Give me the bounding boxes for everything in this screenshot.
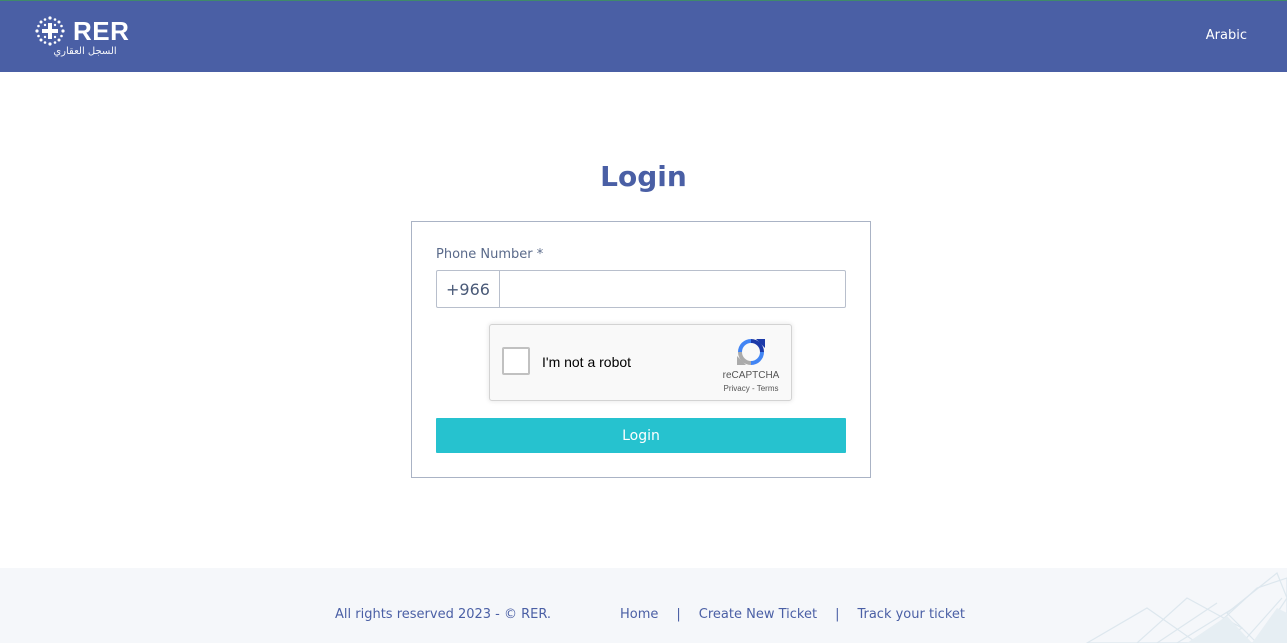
footer-link-home[interactable]: Home bbox=[620, 606, 658, 624]
page-footer: All rights reserved 2023 - © RER. Home |… bbox=[0, 568, 1287, 643]
phone-number-label: Phone Number * bbox=[436, 247, 544, 262]
recaptcha-terms-link[interactable]: Terms bbox=[757, 384, 779, 393]
recaptcha-widget: I'm not a robot reCAPTCHA Privacy - Term… bbox=[489, 324, 792, 401]
recaptcha-privacy-link[interactable]: Privacy bbox=[724, 384, 750, 393]
footer-separator: | bbox=[676, 607, 681, 622]
rer-logo-icon bbox=[35, 16, 65, 46]
logo-arabic-text: السجل العقاري bbox=[53, 46, 117, 57]
recaptcha-label: I'm not a robot bbox=[542, 354, 632, 370]
recaptcha-brand: reCAPTCHA bbox=[722, 370, 780, 381]
page-title: Login bbox=[600, 160, 687, 193]
language-switch-link[interactable]: Arabic bbox=[1206, 27, 1247, 45]
top-navbar: RER السجل العقاري Arabic bbox=[0, 0, 1287, 72]
phone-number-group: +966 bbox=[436, 270, 846, 308]
recaptcha-links-separator: - bbox=[751, 384, 755, 393]
recaptcha-icon bbox=[737, 339, 765, 365]
country-code-prefix: +966 bbox=[437, 271, 500, 307]
login-button[interactable]: Login bbox=[436, 418, 846, 453]
rer-logo[interactable]: RER السجل العقاري bbox=[34, 15, 138, 61]
recaptcha-links: Privacy - Terms bbox=[708, 384, 794, 394]
recaptcha-checkbox[interactable] bbox=[502, 347, 530, 375]
footer-decoration bbox=[1085, 572, 1287, 643]
phone-number-input[interactable] bbox=[500, 271, 845, 307]
footer-links: Home | Create New Ticket | Track your ti… bbox=[620, 606, 965, 624]
footer-link-create-ticket[interactable]: Create New Ticket bbox=[699, 606, 817, 624]
footer-link-track-ticket[interactable]: Track your ticket bbox=[857, 606, 965, 624]
login-form-card: Phone Number * +966 I'm not a robot reCA… bbox=[411, 221, 871, 478]
copyright-text: All rights reserved 2023 - © RER. bbox=[335, 607, 552, 622]
footer-separator: | bbox=[835, 607, 840, 622]
logo-text: RER bbox=[73, 16, 130, 46]
